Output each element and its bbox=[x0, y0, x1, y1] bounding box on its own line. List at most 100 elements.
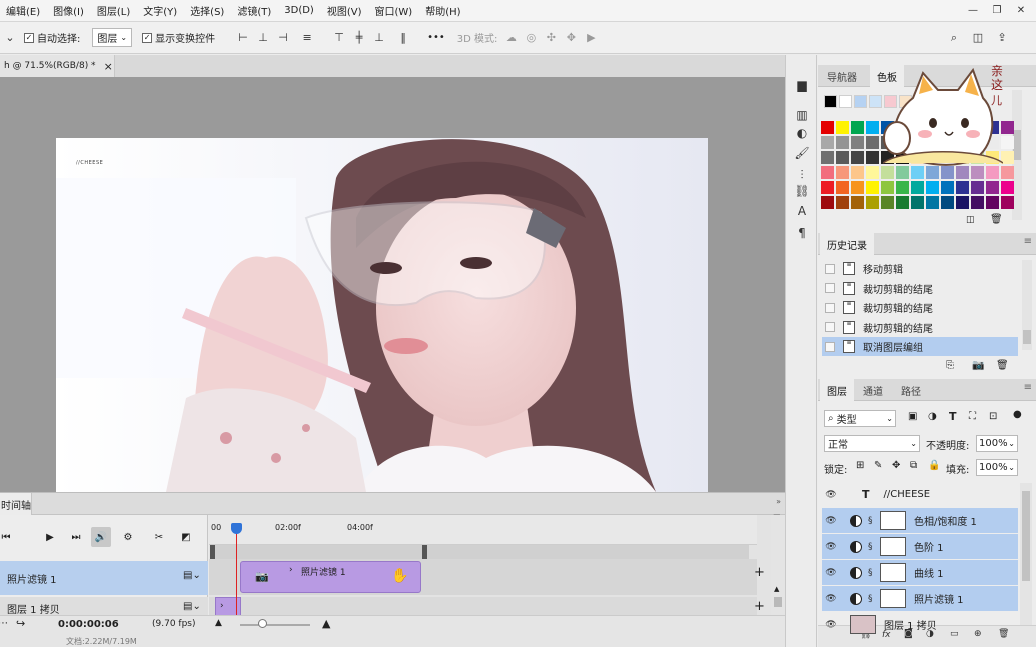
work-area-bar[interactable] bbox=[214, 545, 749, 559]
swatch[interactable] bbox=[926, 196, 939, 209]
swatch[interactable] bbox=[851, 166, 864, 179]
properties-icon[interactable]: ▥ bbox=[794, 107, 810, 123]
adjustments-icon[interactable]: ◐ bbox=[794, 125, 810, 141]
scroll-thumb[interactable] bbox=[1022, 491, 1030, 581]
swatch[interactable] bbox=[926, 181, 939, 194]
camera-icon[interactable]: 📷 bbox=[972, 360, 984, 371]
close-icon[interactable]: × bbox=[104, 60, 113, 73]
tab-history[interactable]: 历史记录 bbox=[820, 233, 874, 255]
menu-view[interactable]: 视图(V) bbox=[321, 3, 369, 18]
swatch[interactable] bbox=[881, 181, 894, 194]
swatch[interactable] bbox=[821, 196, 834, 209]
filter-pixel-icon[interactable]: ▣ bbox=[908, 411, 917, 422]
scroll-thumb[interactable] bbox=[1023, 330, 1031, 344]
film-icon[interactable]: ▤⌄ bbox=[183, 570, 201, 581]
eye-icon[interactable]: 👁 bbox=[822, 516, 840, 526]
timeline-clip[interactable]: 📷 › 照片滤镜 1 ✋ bbox=[240, 561, 421, 593]
swatch[interactable] bbox=[866, 121, 879, 134]
swatch[interactable] bbox=[866, 151, 879, 164]
show-transform-checkbox[interactable]: ✓ bbox=[142, 32, 153, 43]
swatch[interactable] bbox=[866, 181, 879, 194]
swatch[interactable] bbox=[881, 166, 894, 179]
lock-position-icon[interactable]: ✥ bbox=[892, 460, 900, 471]
eye-icon[interactable]: 👁 bbox=[822, 490, 840, 500]
snapshot-doc-icon[interactable]: ⎘ bbox=[946, 360, 954, 371]
filter-type-icon[interactable]: T bbox=[949, 410, 957, 423]
transition-icon[interactable]: ◩ bbox=[176, 527, 196, 547]
swatch[interactable] bbox=[866, 196, 879, 209]
paragraph-icon[interactable]: ¶ bbox=[794, 225, 810, 241]
swatch[interactable] bbox=[881, 196, 894, 209]
swatch[interactable] bbox=[821, 136, 834, 149]
swatch[interactable] bbox=[854, 95, 867, 108]
swatch[interactable] bbox=[851, 136, 864, 149]
new-swatch-icon[interactable]: ◫ bbox=[966, 215, 975, 225]
swatch[interactable] bbox=[821, 166, 834, 179]
swatch[interactable] bbox=[836, 166, 849, 179]
tab-paths[interactable]: 路径 bbox=[894, 379, 928, 401]
swatch[interactable] bbox=[896, 181, 909, 194]
swatch[interactable] bbox=[1001, 196, 1014, 209]
link-icon[interactable]: § bbox=[868, 516, 878, 526]
lock-transparent-icon[interactable]: ⊞ bbox=[856, 460, 864, 471]
scroll-up-icon[interactable]: ▲ bbox=[774, 585, 779, 593]
film-icon[interactable]: ▤⌄ bbox=[183, 601, 201, 612]
swatch[interactable] bbox=[956, 196, 969, 209]
menu-help[interactable]: 帮助(H) bbox=[419, 3, 467, 18]
swatch[interactable] bbox=[896, 166, 909, 179]
history-item[interactable]: ≡ 裁切剪辑的结尾 bbox=[822, 318, 1018, 337]
history-checkbox[interactable] bbox=[825, 322, 835, 332]
swatch[interactable] bbox=[956, 181, 969, 194]
swatch[interactable] bbox=[851, 181, 864, 194]
menu-edit[interactable]: 编辑(E) bbox=[0, 3, 47, 18]
link-icon[interactable]: § bbox=[868, 594, 878, 604]
layers-scrollbar[interactable] bbox=[1020, 483, 1032, 633]
swatch[interactable] bbox=[1001, 181, 1014, 194]
filter-adjustment-icon[interactable]: ◑ bbox=[928, 411, 937, 422]
history-item[interactable]: ≡ 裁切剪辑的结尾 bbox=[822, 298, 1018, 317]
layer-mask-thumbnail[interactable] bbox=[880, 511, 906, 530]
workspace-icon[interactable]: ◫ bbox=[970, 30, 986, 46]
history-checkbox[interactable] bbox=[825, 341, 835, 352]
panel-menu-icon[interactable]: ≡ bbox=[1024, 382, 1032, 393]
layer-row[interactable]: 👁 § 曲线 1 bbox=[822, 560, 1018, 585]
swatch[interactable] bbox=[941, 181, 954, 194]
work-area-start-handle[interactable] bbox=[210, 545, 215, 559]
clone-source-icon[interactable]: ⛓ bbox=[794, 183, 810, 199]
render-video-icon[interactable]: ↪ bbox=[16, 617, 25, 630]
close-window-button[interactable]: ✕ bbox=[1012, 5, 1030, 16]
history-checkbox[interactable] bbox=[825, 283, 835, 293]
history-checkbox[interactable] bbox=[825, 263, 835, 274]
delete-icon[interactable]: 🗑 bbox=[990, 214, 1003, 225]
history-item[interactable]: ≡ 取消图层编组 bbox=[822, 337, 1018, 356]
time-ruler[interactable]: 00 02:00f 04:00f bbox=[209, 515, 757, 545]
layer-row[interactable]: 👁 § 照片滤镜 1 bbox=[822, 586, 1018, 611]
more-options-button[interactable]: ••• bbox=[427, 32, 445, 43]
menu-3d[interactable]: 3D(D) bbox=[278, 5, 321, 16]
track-row[interactable]: 照片滤镜 1 ▤⌄ bbox=[0, 561, 208, 595]
filter-smart-object-icon[interactable]: ⊡ bbox=[989, 411, 997, 422]
filter-toggle-icon[interactable]: ● bbox=[1013, 409, 1022, 420]
swatch[interactable] bbox=[971, 181, 984, 194]
link-icon[interactable]: § bbox=[868, 542, 878, 552]
swatch[interactable] bbox=[911, 181, 924, 194]
zoom-out-icon[interactable]: ▲ bbox=[215, 618, 222, 628]
chevron-down-icon[interactable]: ⌄ bbox=[2, 30, 18, 46]
collapse-icon[interactable]: » bbox=[776, 497, 781, 506]
layer-mask-thumbnail[interactable] bbox=[880, 537, 906, 556]
eye-icon[interactable]: 👁 bbox=[822, 568, 840, 578]
swatch[interactable] bbox=[986, 181, 999, 194]
history-checkbox[interactable] bbox=[825, 302, 835, 313]
delete-icon[interactable]: 🗑 bbox=[996, 360, 1009, 371]
layer-row[interactable]: 👁 图层 1 拷贝 bbox=[822, 612, 1018, 637]
work-area-end-handle[interactable] bbox=[422, 545, 427, 559]
swatch[interactable] bbox=[971, 166, 984, 179]
zoom-slider-thumb[interactable] bbox=[258, 619, 267, 628]
swatch[interactable] bbox=[869, 95, 882, 108]
swatch[interactable] bbox=[821, 121, 834, 134]
auto-select-checkbox[interactable]: ✓ bbox=[24, 32, 34, 43]
opacity-input[interactable]: 100% ⌄ bbox=[976, 435, 1018, 452]
filter-shape-icon[interactable]: ⛶ bbox=[969, 411, 976, 422]
swatch[interactable] bbox=[851, 151, 864, 164]
add-media-icon[interactable]: + bbox=[754, 599, 765, 614]
